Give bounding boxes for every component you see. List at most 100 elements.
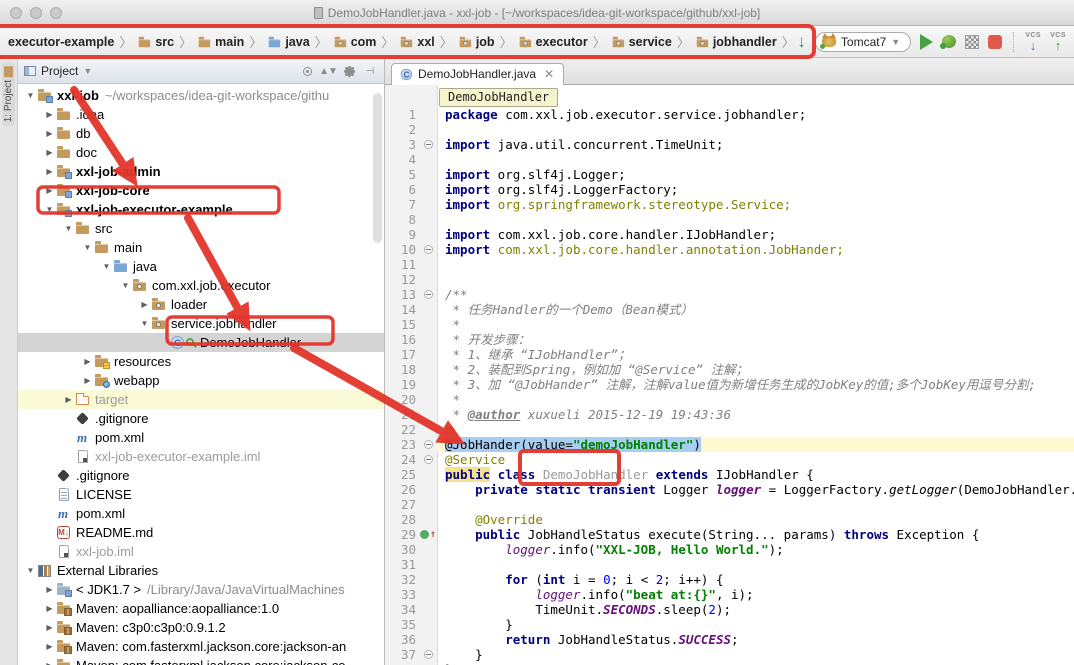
code-text[interactable]: @JobHander(value="demoJobHandler") <box>437 437 1074 452</box>
tree-item[interactable]: .gitignore <box>18 466 384 485</box>
tree-item[interactable]: ▶Maven: c3p0:c3p0:0.9.1.2 <box>18 618 384 637</box>
expand-toggle-icon[interactable]: ▶ <box>81 376 94 385</box>
close-tab-icon[interactable]: ✕ <box>544 67 554 81</box>
fold-marker[interactable] <box>424 455 433 464</box>
scroll-from-source-button[interactable]: ▲▼ <box>320 63 336 79</box>
code-text[interactable]: * @author xuxueli 2015-12-19 19:43:36 <box>437 407 1074 422</box>
code-text[interactable]: import org.slf4j.LoggerFactory; <box>437 182 1074 197</box>
fold-marker[interactable] <box>424 140 433 149</box>
breadcrumb-item[interactable]: executor <box>518 35 588 49</box>
code-text[interactable]: import org.slf4j.Logger; <box>437 167 1074 182</box>
code-text[interactable]: @Service <box>437 452 1074 467</box>
code-text[interactable]: * 开发步骤： <box>437 332 1074 347</box>
run-button[interactable] <box>920 34 933 50</box>
code-text[interactable] <box>437 557 1074 572</box>
tree-item[interactable]: xxl-job-executor-example.iml <box>18 447 384 466</box>
expand-toggle-icon[interactable]: ▶ <box>43 167 56 176</box>
tree-item[interactable]: xxl-job.iml <box>18 542 384 561</box>
code-text[interactable] <box>437 122 1074 137</box>
breadcrumb-item[interactable]: java <box>267 35 309 49</box>
code-text[interactable]: * 1、继承 “IJobHandler”； <box>437 347 1074 362</box>
code-text[interactable]: * 任务Handler的一个Demo（Bean模式） <box>437 302 1074 317</box>
code-text[interactable]: } <box>437 617 1074 632</box>
tree-item[interactable]: ▶resources <box>18 352 384 371</box>
breadcrumb-item[interactable]: jobhandler <box>695 35 777 49</box>
tree-item[interactable]: ▼External Libraries <box>18 561 384 580</box>
tree-item[interactable]: .gitignore <box>18 409 384 428</box>
code-text[interactable] <box>437 257 1074 272</box>
code-text[interactable] <box>437 152 1074 167</box>
expand-toggle-icon[interactable]: ▶ <box>43 148 56 157</box>
tree-item[interactable]: ▶Maven: com.fasterxml.jackson.core:jacks… <box>18 637 384 656</box>
expand-toggle-icon[interactable]: ▶ <box>43 604 56 613</box>
locate-file-button[interactable] <box>299 63 315 79</box>
code-text[interactable]: import java.util.concurrent.TimeUnit; <box>437 137 1074 152</box>
breadcrumb-item[interactable]: service <box>611 35 672 49</box>
breadcrumb-item[interactable]: main <box>197 35 244 49</box>
tree-item[interactable]: ▼com.xxl.job.executor <box>18 276 384 295</box>
code-text[interactable] <box>437 272 1074 287</box>
navigate-down-icon[interactable]: ↓ <box>797 33 806 50</box>
tree-item[interactable]: ▶loader <box>18 295 384 314</box>
tree-item[interactable]: ▶Maven: aopalliance:aopalliance:1.0 <box>18 599 384 618</box>
intention-bulb-icon[interactable] <box>445 426 455 436</box>
tree-item[interactable]: DemoJobHandler <box>18 333 384 352</box>
breadcrumb-item[interactable]: com <box>333 35 377 49</box>
expand-toggle-icon[interactable]: ▶ <box>43 642 56 651</box>
expand-toggle-icon[interactable]: ▼ <box>62 224 75 233</box>
run-configuration-selector[interactable]: Tomcat7 ▼ <box>815 32 911 52</box>
vcs-commit-button[interactable]: VCS↑ <box>1050 32 1066 52</box>
tree-item[interactable]: ▼src <box>18 219 384 238</box>
code-text[interactable]: logger.info("beat at:{}", i); <box>437 587 1074 602</box>
expand-toggle-icon[interactable]: ▼ <box>24 91 37 100</box>
code-text[interactable]: * <box>437 317 1074 332</box>
tree-item[interactable]: ▼java <box>18 257 384 276</box>
expand-toggle-icon[interactable]: ▶ <box>81 357 94 366</box>
editor-breadcrumb-chip[interactable]: DemoJobHandler <box>439 88 558 107</box>
expand-toggle-icon[interactable]: ▶ <box>43 186 56 195</box>
tree-item[interactable]: ▼main <box>18 238 384 257</box>
code-text[interactable]: public class DemoJobHandler extends IJob… <box>437 467 1074 482</box>
gear-menu-button[interactable] <box>341 63 357 79</box>
code-text[interactable]: * <box>437 392 1074 407</box>
code-text[interactable]: import com.xxl.job.core.handler.IJobHand… <box>437 227 1074 242</box>
code-text[interactable]: /** <box>437 287 1074 302</box>
expand-toggle-icon[interactable]: ▼ <box>24 566 37 575</box>
code-text[interactable] <box>437 497 1074 512</box>
code-text[interactable]: public JobHandleStatus execute(String...… <box>437 527 1074 542</box>
tree-item[interactable]: pom.xml <box>18 504 384 523</box>
tree-item[interactable]: ▼xxl-job-executor-example <box>18 200 384 219</box>
tree-item[interactable]: ▼service.jobhandler <box>18 314 384 333</box>
fold-marker[interactable] <box>424 650 433 659</box>
code-text[interactable]: * 2、装配到Spring，例如加 “@Service” 注解； <box>437 362 1074 377</box>
tree-item[interactable]: LICENSE <box>18 485 384 504</box>
code-text[interactable]: @Override <box>437 512 1074 527</box>
tree-item[interactable]: ▶xxl-job-admin <box>18 162 384 181</box>
expand-toggle-icon[interactable]: ▶ <box>43 129 56 138</box>
expand-toggle-icon[interactable]: ▼ <box>100 262 113 271</box>
expand-toggle-icon[interactable]: ▶ <box>43 623 56 632</box>
tree-item[interactable]: ▼xxl-job~/workspaces/idea-git-workspace/… <box>18 86 384 105</box>
tree-item[interactable]: ▶Maven: com.fasterxml.jackson.core:jacks… <box>18 656 384 665</box>
code-text[interactable] <box>437 212 1074 227</box>
tree-item[interactable]: ▶.idea <box>18 105 384 124</box>
fold-marker[interactable] <box>424 290 433 299</box>
hide-panel-button[interactable]: ⊣ <box>362 63 378 79</box>
run-with-coverage-button[interactable] <box>965 35 979 49</box>
tree-item[interactable]: ▶< JDK1.7 >/Library/Java/JavaVirtualMach… <box>18 580 384 599</box>
code-text[interactable]: private static transient Logger logger =… <box>437 482 1074 497</box>
code-text[interactable]: } <box>437 647 1074 662</box>
expand-toggle-icon[interactable]: ▼ <box>119 281 132 290</box>
tree-item[interactable]: ▶doc <box>18 143 384 162</box>
tree-item[interactable]: pom.xml <box>18 428 384 447</box>
code-text[interactable]: import org.springframework.stereotype.Se… <box>437 197 1074 212</box>
editor-tab[interactable]: DemoJobHandler.java ✕ <box>391 63 564 85</box>
tree-item[interactable]: ▶target <box>18 390 384 409</box>
breadcrumb-item[interactable]: xxl <box>399 35 434 49</box>
fold-marker[interactable] <box>424 245 433 254</box>
code-text[interactable]: logger.info("XXL-JOB, Hello World."); <box>437 542 1074 557</box>
code-text[interactable]: package com.xxl.job.executor.service.job… <box>437 107 1074 122</box>
breadcrumb-item[interactable]: job <box>458 35 495 49</box>
expand-toggle-icon[interactable]: ▼ <box>43 205 56 214</box>
expand-toggle-icon[interactable]: ▶ <box>62 395 75 404</box>
